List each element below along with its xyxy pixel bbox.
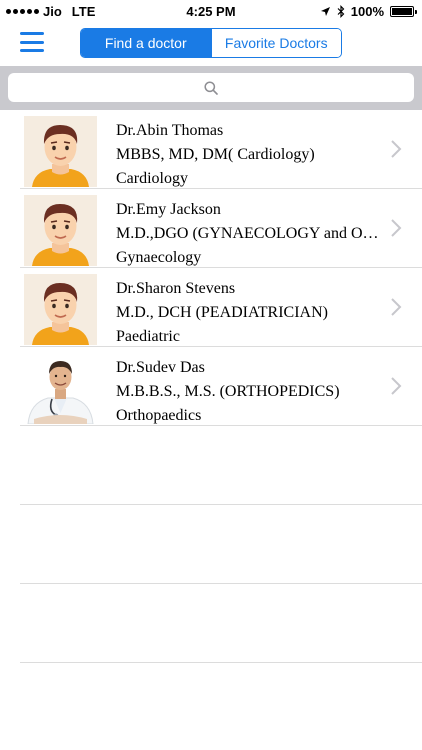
cartoon-man-icon	[24, 274, 97, 345]
empty-row	[20, 584, 422, 663]
doctor-info: Dr.Abin Thomas MBBS, MD, DM( Cardiology)…	[116, 119, 382, 191]
doctor-name: Dr.Emy Jackson	[116, 201, 221, 218]
doctor-row[interactable]: Dr.Sudev Das M.B.B.S., M.S. (ORTHOPEDICS…	[20, 347, 422, 426]
doctor-specialty: Paediatric	[116, 328, 180, 345]
battery-icon	[390, 6, 417, 17]
segmented-control: Find a doctor Favorite Doctors	[80, 28, 342, 58]
search-icon	[204, 80, 218, 95]
doctor-info: Dr.Emy Jackson M.D.,DGO (GYNAECOLOGY and…	[116, 198, 382, 270]
doctor-row[interactable]: Dr.Sharon Stevens M.D., DCH (PEADIATRICI…	[20, 268, 422, 347]
doctor-specialty: Orthopaedics	[116, 407, 202, 424]
doctor-name: Dr.Sharon Stevens	[116, 280, 236, 297]
empty-row	[20, 426, 422, 505]
search-bar	[0, 66, 422, 110]
status-bar: Jio LTE 4:25 PM 100%	[0, 0, 422, 22]
chevron-right-icon	[391, 219, 402, 237]
doctor-info: Dr.Sharon Stevens M.D., DCH (PEADIATRICI…	[116, 277, 382, 349]
bluetooth-icon	[337, 5, 345, 18]
location-arrow-icon	[320, 7, 330, 16]
battery-fill	[392, 8, 412, 15]
doctor-name: Dr.Sudev Das	[116, 359, 205, 376]
empty-row	[20, 505, 422, 584]
doctor-degree: M.B.B.S., M.S. (ORTHOPEDICS)	[116, 383, 340, 400]
doctor-degree: M.D.,DGO (GYNAECOLOGY and OBSTETRICS)	[116, 225, 382, 242]
cartoon-man-icon	[24, 195, 97, 266]
doctor-photo	[24, 353, 97, 424]
cartoon-man-icon	[24, 116, 97, 187]
search-input[interactable]	[8, 73, 414, 102]
doctor-specialty: Gynaecology	[116, 249, 202, 266]
status-right: 100%	[320, 4, 417, 19]
hamburger-menu-icon[interactable]	[20, 32, 44, 52]
chevron-right-icon	[391, 140, 402, 158]
doctor-degree: MBBS, MD, DM( Cardiology)	[116, 146, 315, 163]
tab-favorite-doctors[interactable]: Favorite Doctors	[210, 29, 341, 57]
doctor-row[interactable]: Dr.Emy Jackson M.D.,DGO (GYNAECOLOGY and…	[20, 189, 422, 268]
doctor-degree: M.D., DCH (PEADIATRICIAN)	[116, 304, 328, 321]
tab-find-a-doctor[interactable]: Find a doctor	[81, 29, 211, 57]
doctor-name: Dr.Abin Thomas	[116, 122, 224, 139]
doctor-specialty: Cardiology	[116, 170, 188, 187]
nav-bar: Find a doctor Favorite Doctors	[0, 22, 422, 66]
chevron-right-icon	[391, 298, 402, 316]
doctor-info: Dr.Sudev Das M.B.B.S., M.S. (ORTHOPEDICS…	[116, 356, 382, 428]
doctor-row[interactable]: Dr.Abin Thomas MBBS, MD, DM( Cardiology)…	[20, 110, 422, 189]
battery-percent: 100%	[350, 4, 384, 19]
chevron-right-icon	[391, 377, 402, 395]
doctor-list: Dr.Abin Thomas MBBS, MD, DM( Cardiology)…	[20, 110, 422, 663]
